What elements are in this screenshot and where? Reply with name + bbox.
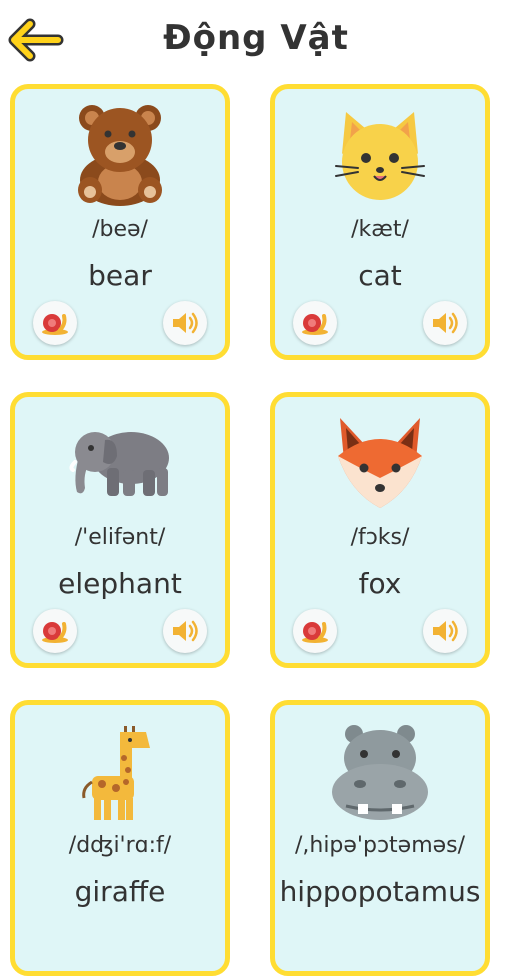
slow-play-button[interactable]	[293, 301, 337, 345]
card-cat[interactable]: /kæt/ cat	[270, 84, 490, 360]
page-title: Động Vật	[163, 18, 349, 58]
fox-icon	[275, 407, 485, 517]
word-text: fox	[358, 567, 402, 600]
play-sound-button[interactable]	[423, 609, 467, 653]
header: Động Vật	[0, 0, 512, 80]
snail-icon	[302, 314, 328, 335]
hippo-icon	[275, 715, 485, 825]
phonetic-text: /'elifənt/	[74, 525, 166, 550]
speaker-icon	[433, 312, 458, 334]
phonetic-text: /fɔks/	[350, 525, 410, 550]
speaker-icon	[433, 620, 458, 642]
play-sound-button[interactable]	[423, 301, 467, 345]
elephant-icon	[15, 407, 225, 517]
slow-play-button[interactable]	[33, 301, 77, 345]
card-hippopotamus[interactable]: /,hipə'pɔtəməs/ hippopotamus	[270, 700, 490, 976]
word-text: hippopotamus	[279, 875, 481, 908]
card-elephant[interactable]: /'elifənt/ elephant	[10, 392, 230, 668]
snail-icon	[42, 314, 68, 335]
phonetic-text: /,hipə'pɔtəməs/	[294, 833, 466, 858]
bear-icon	[15, 99, 225, 209]
word-text: cat	[358, 259, 402, 292]
word-text: giraffe	[74, 875, 166, 908]
play-sound-button[interactable]	[163, 609, 207, 653]
giraffe-icon	[15, 715, 225, 825]
card-bear[interactable]: /beə/ bear	[10, 84, 230, 360]
card-fox[interactable]: /fɔks/ fox	[270, 392, 490, 668]
cat-icon	[275, 99, 485, 209]
phonetic-text: /kæt/	[351, 217, 409, 242]
word-text: elephant	[58, 567, 182, 600]
slow-play-button[interactable]	[293, 609, 337, 653]
speaker-icon	[173, 312, 198, 334]
word-text: bear	[88, 259, 152, 292]
snail-icon	[302, 622, 328, 643]
snail-icon	[42, 622, 68, 643]
speaker-icon	[173, 620, 198, 642]
play-sound-button[interactable]	[163, 301, 207, 345]
slow-play-button[interactable]	[33, 609, 77, 653]
phonetic-text: /dʤi'rɑ:f/	[68, 833, 172, 858]
phonetic-text: /beə/	[92, 217, 148, 242]
card-giraffe[interactable]: /dʤi'rɑ:f/ giraffe	[10, 700, 230, 976]
